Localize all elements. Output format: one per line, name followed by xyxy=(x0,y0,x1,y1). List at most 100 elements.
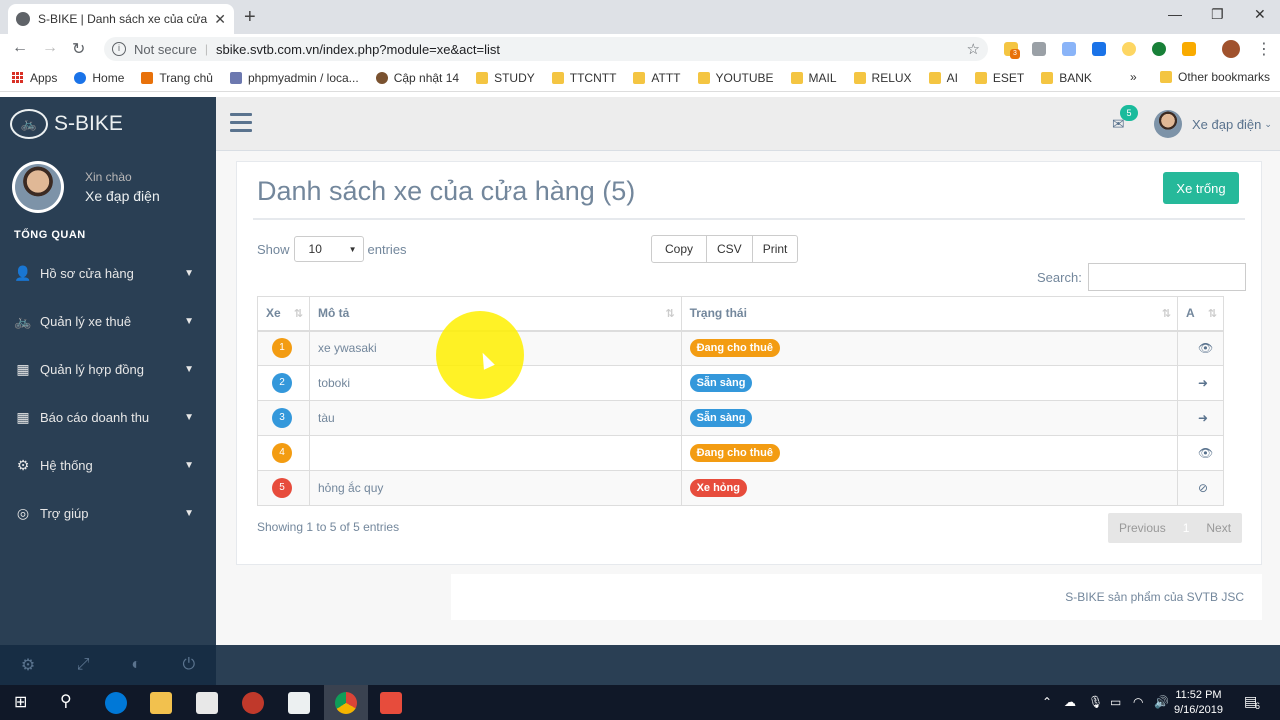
bookmark-study[interactable]: STUDY xyxy=(476,71,535,85)
status-badge: Đang cho thuê xyxy=(689,444,780,462)
wifi-icon[interactable]: ◠ xyxy=(1133,695,1143,709)
microphone-icon[interactable]: 🎙 xyxy=(1088,695,1103,709)
previous-button[interactable]: Previous xyxy=(1108,513,1177,543)
snowflake-icon[interactable] xyxy=(1062,42,1076,56)
address-bar[interactable]: i Not secure | sbike.svtb.com.vn/index.p… xyxy=(104,37,988,61)
bookmark-relux[interactable]: RELUX xyxy=(853,71,912,85)
next-button[interactable]: Next xyxy=(1195,513,1242,543)
menu-toggle-icon[interactable] xyxy=(230,113,252,137)
bookmark-youtube[interactable]: YOUTUBE xyxy=(697,71,774,85)
battery-icon[interactable]: ▭ xyxy=(1110,695,1121,709)
bike-number-badge: 4 xyxy=(272,443,292,463)
csv-button[interactable]: CSV xyxy=(706,235,753,263)
sidebar-item-tro-giup[interactable]: ◎ Trợ giúp ▼ xyxy=(0,489,216,537)
chevron-down-icon: ▼ xyxy=(184,267,194,279)
search-icon[interactable]: ⚲ xyxy=(60,691,72,711)
bookmark-mail[interactable]: MAIL xyxy=(790,71,837,85)
bookmarks-more-icon[interactable]: » xyxy=(1130,70,1137,84)
iq-icon[interactable] xyxy=(1092,42,1106,56)
sidebar-item-xe-thue[interactable]: 🚲 Quản lý xe thuê ▼ xyxy=(0,297,216,345)
close-window-icon[interactable]: ✕ xyxy=(1254,6,1266,23)
chevron-down-icon: ▼ xyxy=(184,363,194,375)
entries-select[interactable]: 10 ▼ xyxy=(293,236,364,262)
folder-icon xyxy=(928,71,941,84)
security-label: Not secure xyxy=(134,41,197,57)
page-title: Danh sách xe của cửa hàng (5) xyxy=(257,176,636,206)
system-clock[interactable]: 11:52 PM 9/16/2019 xyxy=(1174,688,1223,718)
ban-icon[interactable]: ⊘ xyxy=(1198,481,1208,495)
cloud-icon[interactable]: ☁ xyxy=(1064,695,1076,709)
sidebar-item-ho-so[interactable]: 👤 Hồ sơ cửa hàng ▼ xyxy=(0,249,216,297)
bookmark-ai[interactable]: AI xyxy=(928,71,958,85)
other-bookmarks[interactable]: Other bookmarks xyxy=(1160,70,1270,84)
bookmark-eset[interactable]: ESET xyxy=(974,71,1024,85)
copy-button[interactable]: Copy xyxy=(651,235,708,263)
home-dot-icon xyxy=(74,71,87,84)
user-dropdown[interactable]: Xe đạp điện ⌄ xyxy=(1154,110,1272,138)
bike-list-panel: Danh sách xe của cửa hàng (5) Xe trống S… xyxy=(236,161,1262,565)
moon-icon[interactable] xyxy=(1122,42,1136,56)
sign-in-icon[interactable]: ➜ xyxy=(1198,376,1208,390)
profile-avatar[interactable] xyxy=(1222,40,1240,58)
chevron-up-icon[interactable]: ⌃ xyxy=(1042,695,1052,709)
column-header-xe[interactable]: Xe ⇅ xyxy=(257,296,310,332)
bookmark-home[interactable]: Home xyxy=(74,71,124,85)
eye-slash-icon[interactable]: ◐ xyxy=(131,656,141,674)
extension-yellow-icon[interactable] xyxy=(1182,42,1196,56)
print-button[interactable]: Print xyxy=(751,235,799,263)
store-icon[interactable] xyxy=(196,692,218,714)
free-bikes-button[interactable]: Xe trống xyxy=(1163,172,1239,204)
close-tab-icon[interactable]: ✕ xyxy=(214,11,226,28)
reload-icon[interactable]: ↻ xyxy=(72,39,85,59)
maximize-icon[interactable]: ❐ xyxy=(1211,6,1224,23)
bookmark-trang-chu[interactable]: Trang chủ xyxy=(141,71,213,85)
sidebar-item-he-thong[interactable]: ⚙ Hệ thống ▼ xyxy=(0,441,216,489)
menu-dots-icon[interactable]: ⋮ xyxy=(1256,39,1272,59)
bookmark-phpmyadmin[interactable]: phpmyadmin / loca... xyxy=(229,71,359,85)
windows-start-icon[interactable]: ⊞ xyxy=(14,692,27,712)
fullscreen-icon[interactable]: ⤢ xyxy=(77,656,90,674)
bookmark-ttcntt[interactable]: TTCNTT xyxy=(551,71,616,85)
sidebar-item-hop-dong[interactable]: ▦ Quản lý hợp đồng ▼ xyxy=(0,345,216,393)
search-input[interactable] xyxy=(1087,263,1246,291)
bolt-icon xyxy=(141,71,154,84)
chevron-down-icon: ▼ xyxy=(184,459,194,471)
bookmark-bank[interactable]: BANK xyxy=(1041,71,1092,85)
app-icon[interactable] xyxy=(242,692,264,714)
eye-icon[interactable]: 👁 xyxy=(1198,341,1213,355)
minimize-icon[interactable]: — xyxy=(1168,6,1182,22)
settings-icon[interactable]: ⚙ xyxy=(21,655,35,675)
extension-badge: 3 xyxy=(1010,49,1020,59)
volume-icon[interactable]: 🔊 xyxy=(1154,695,1169,709)
address-separator: | xyxy=(204,42,208,56)
forward-icon[interactable]: → xyxy=(42,39,58,57)
column-header-trang-thai[interactable]: Trạng thái ⇅ xyxy=(680,296,1178,332)
file-explorer-icon[interactable] xyxy=(150,692,172,714)
sign-in-icon[interactable]: ➜ xyxy=(1198,411,1208,425)
person-icon xyxy=(375,71,388,84)
camtasia-icon[interactable] xyxy=(380,692,402,714)
sort-icon: ⇅ xyxy=(1207,308,1217,320)
bookmark-cap-nhat[interactable]: Cập nhật 14 xyxy=(375,71,459,85)
bookmark-attt[interactable]: ATTT xyxy=(633,71,681,85)
camera-icon[interactable] xyxy=(1032,42,1046,56)
mail-icon[interactable] xyxy=(288,692,310,714)
lifebuoy-icon: ◎ xyxy=(16,504,30,521)
browser-toolbar: ← → ↻ i Not secure | sbike.svtb.com.vn/i… xyxy=(0,34,1280,64)
brand[interactable]: 🚲 S-BIKE xyxy=(10,109,123,139)
column-header-action[interactable]: A ⇅ xyxy=(1176,296,1225,332)
page-1-button[interactable]: 1 xyxy=(1177,513,1196,543)
chrome-icon[interactable] xyxy=(335,692,357,714)
bookmark-star-icon[interactable]: ☆ xyxy=(967,40,980,58)
edge-icon[interactable] xyxy=(105,692,127,714)
back-icon[interactable]: ← xyxy=(12,39,28,57)
extension-green-icon[interactable] xyxy=(1152,42,1166,56)
browser-tab[interactable]: S-BIKE | Danh sách xe của cửa hà ✕ xyxy=(8,4,234,34)
power-icon[interactable]: ⏻ xyxy=(183,656,196,674)
info-icon[interactable]: i xyxy=(112,42,126,56)
eye-icon[interactable]: 👁 xyxy=(1198,446,1213,460)
sidebar-item-doanh-thu[interactable]: ▦ Báo cáo doanh thu ▼ xyxy=(0,393,216,441)
avatar xyxy=(12,161,64,213)
new-tab-icon[interactable]: + xyxy=(244,6,256,29)
bookmark-apps[interactable]: Apps xyxy=(12,71,57,85)
